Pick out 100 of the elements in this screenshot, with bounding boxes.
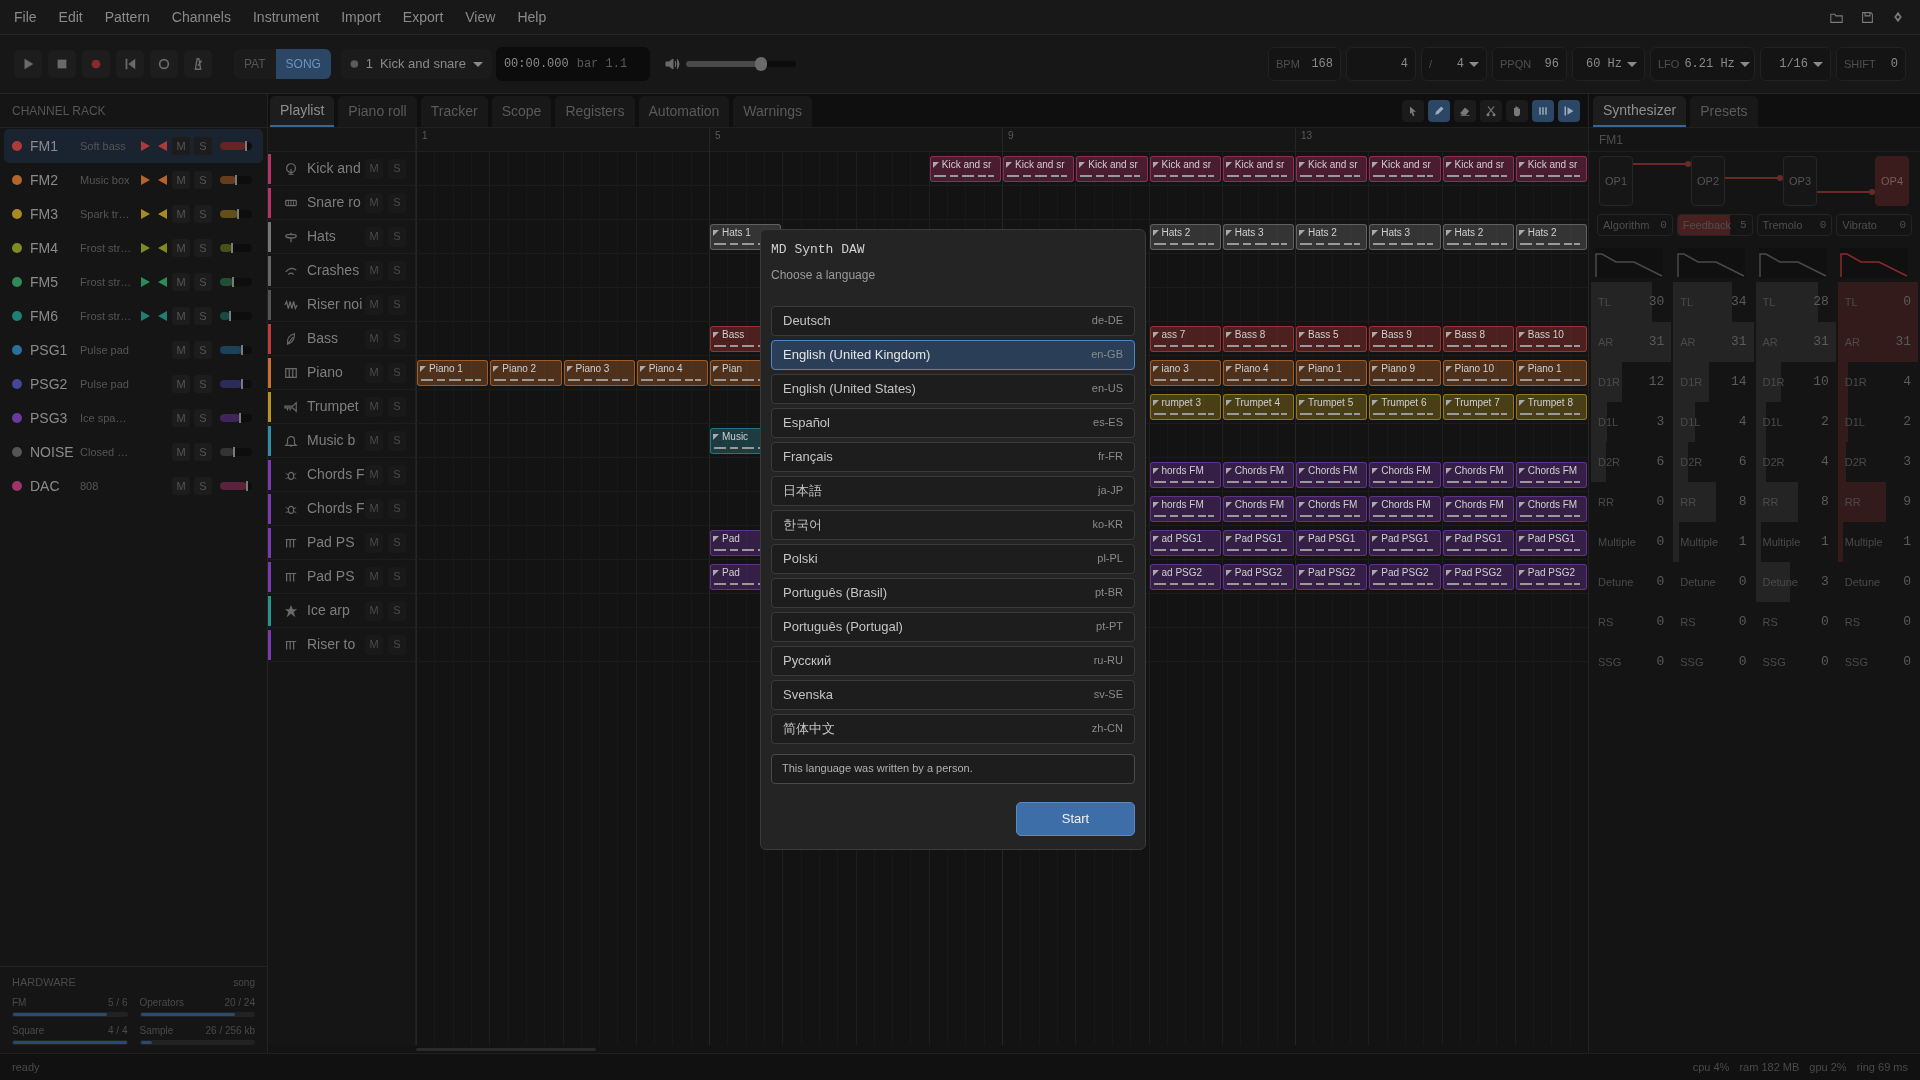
track-name: Snare ro	[307, 193, 362, 212]
param-value: 3	[1903, 453, 1911, 472]
clip-label: Hats 3	[1234, 226, 1264, 240]
param-value: 10	[1813, 373, 1829, 392]
bar-number: 9	[1008, 130, 1014, 141]
param-value: 30	[1648, 293, 1665, 312]
clip-label: Pad PSG2	[1234, 566, 1282, 580]
clip-label: Piano 2	[502, 362, 537, 376]
clip-label: Chords FM	[1234, 464, 1285, 478]
instrument-name: Frost str…	[80, 274, 133, 290]
clip-label: Chords FM	[1381, 464, 1431, 478]
clip-label: Pad PSG2	[1454, 566, 1502, 580]
time-display: 00:00.000	[503, 56, 569, 73]
param-value: 2	[1903, 413, 1911, 432]
param-value: 6	[1738, 453, 1747, 472]
clip-label: Kick and sr	[1015, 158, 1065, 172]
clip-label: Pad PSG2	[1381, 566, 1429, 580]
clip-label: Trumpet 7	[1454, 396, 1500, 410]
param-value: 0	[1656, 493, 1665, 512]
param-value: 6	[1656, 453, 1665, 472]
status-text: ready	[12, 1059, 40, 1075]
track-name: Crashes	[307, 261, 361, 280]
channel-name: DAC	[30, 476, 61, 496]
dialog-subtitle: Choose a language	[771, 266, 877, 284]
clip-label: Trumpet 5	[1308, 396, 1354, 410]
param-value: 0	[1903, 613, 1911, 632]
clip-label: Bass	[722, 328, 745, 342]
instrument-name: Pulse pad	[80, 342, 130, 358]
param-value: 0	[1656, 613, 1665, 632]
track-name: Kick and	[307, 159, 362, 178]
param-value: 9	[1903, 493, 1911, 512]
param-value: 8	[1738, 493, 1747, 512]
clip-label: Piano 10	[1454, 362, 1494, 376]
clip-label: ad PSG2	[1161, 566, 1203, 580]
track-name: Riser to	[307, 635, 357, 654]
clip-label: Kick and sr	[941, 158, 992, 172]
param-value: 0	[1660, 217, 1667, 233]
clip-label: Pad	[722, 566, 740, 580]
param-value: 0	[1656, 653, 1665, 672]
bar-number: 13	[1301, 130, 1313, 141]
bar-number: 5	[715, 130, 721, 141]
clip-label: Pad PSG1	[1454, 532, 1502, 546]
param-value: 0	[1903, 293, 1911, 312]
clip-label: Hats 2	[1527, 226, 1557, 240]
clip-label: Kick and sr	[1527, 158, 1578, 172]
clip-label: Kick and sr	[1381, 158, 1431, 172]
clip-label: ass 7	[1161, 328, 1186, 342]
clip-label: Hats 1	[722, 226, 751, 240]
clip-label: Hats 2	[1161, 226, 1191, 240]
param-value: 1	[1738, 533, 1747, 552]
channel-label: FM1	[1599, 131, 1623, 149]
param-value: 34	[1730, 293, 1747, 312]
clip-label: rumpet 3	[1161, 396, 1201, 410]
clip-label: Pad PSG1	[1308, 532, 1356, 546]
dialog-title: MD Synth DAW	[771, 241, 866, 259]
param-value: 3	[1820, 573, 1829, 592]
clip-label: Bass 5	[1308, 328, 1339, 342]
param-value: 8	[1820, 493, 1829, 512]
instrument-name: Soft bass	[80, 138, 127, 154]
clip-label: hords FM	[1161, 498, 1204, 512]
track-name: Chords F	[307, 499, 365, 518]
channel-name: PSG1	[30, 340, 69, 360]
clip-label: Pad	[722, 532, 740, 546]
param-value: 0	[1738, 573, 1747, 592]
clip-label: Chords FM	[1308, 498, 1358, 512]
param-value: 0	[1738, 653, 1747, 672]
clip-label: Pian	[722, 362, 742, 376]
clip-label: Chords FM	[1234, 498, 1285, 512]
clip-label: Bass 8	[1454, 328, 1486, 342]
param-value: 14	[1730, 373, 1747, 392]
clip-label: Bass 8	[1234, 328, 1266, 342]
track-name: Chords F	[307, 465, 365, 484]
clip-label: Piano 3	[575, 362, 610, 376]
track-name: Pad PS	[307, 533, 356, 552]
clip-label: Bass 10	[1527, 328, 1564, 342]
clip-label: Kick and sr	[1088, 158, 1138, 172]
channel-name: FM1	[30, 136, 59, 156]
clip-label: Hats 3	[1381, 226, 1411, 240]
clip-label: Chords FM	[1527, 498, 1578, 512]
clip-label: hords FM	[1161, 464, 1204, 478]
clip-label: Pad PSG1	[1527, 532, 1575, 546]
instrument-name: Spark tr…	[80, 206, 131, 222]
param-label: Tremolo	[1762, 217, 1803, 233]
clip-label: Kick and sr	[1308, 158, 1358, 172]
clip-label: Chords FM	[1308, 464, 1358, 478]
instrument-name: Frost str…	[80, 240, 133, 256]
info-note: This language was written by a person.	[771, 753, 1135, 784]
param-value: 0	[1903, 653, 1911, 672]
track-name: Pad PS	[307, 567, 356, 586]
channel-name: FM6	[30, 306, 59, 326]
param-value: 0	[1903, 573, 1911, 592]
track-name: Riser noi	[307, 295, 364, 314]
clip-label: Music	[722, 430, 749, 444]
param-value: 4	[1903, 373, 1911, 392]
channel-name: FM2	[30, 170, 59, 190]
clip-label: Bass 9	[1381, 328, 1412, 342]
clip-label: Pad PSG1	[1234, 532, 1282, 546]
clip-label: Piano 1	[1308, 362, 1342, 376]
track-name: Piano	[307, 363, 344, 382]
clip-label: Piano 9	[1381, 362, 1416, 376]
